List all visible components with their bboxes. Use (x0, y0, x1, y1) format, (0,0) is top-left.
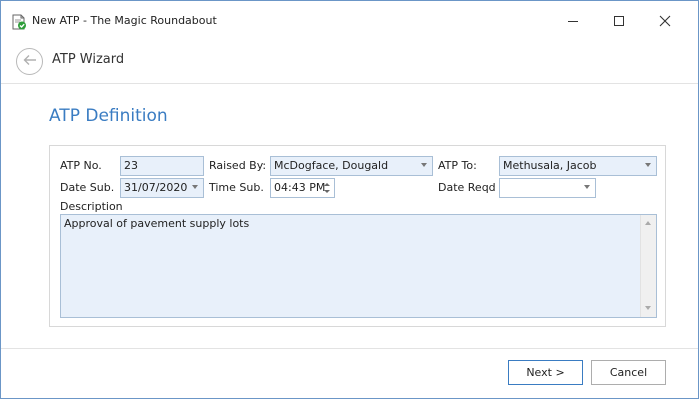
description-scrollbar[interactable] (640, 215, 656, 317)
time-sub-value: 04:43 PM (274, 181, 326, 194)
back-arrow-icon (23, 54, 37, 69)
description-label: Description (60, 200, 123, 213)
atp-no-label: ATP No. (60, 159, 102, 172)
footer-divider (1, 348, 698, 349)
maximize-icon (613, 15, 625, 30)
atp-window: New ATP - The Magic Roundabout ATP Wizar… (0, 0, 699, 399)
description-value: Approval of pavement supply lots (64, 217, 250, 230)
next-button[interactable]: Next > (508, 360, 583, 385)
spin-arrows-icon[interactable] (323, 181, 331, 195)
atp-to-label: ATP To: (438, 159, 477, 172)
wizard-header: ATP Wizard (1, 38, 698, 84)
date-reqd-picker[interactable] (499, 178, 596, 198)
date-sub-label: Date Sub. (60, 181, 115, 194)
page-title: ATP Definition (49, 106, 168, 126)
close-button[interactable] (642, 8, 688, 36)
chevron-down-icon (645, 163, 651, 167)
raised-by-label: Raised By: (209, 159, 267, 172)
chevron-down-icon (421, 163, 427, 167)
raised-by-value: McDogface, Dougald (274, 159, 389, 172)
title-bar: New ATP - The Magic Roundabout (1, 1, 698, 38)
window-title: New ATP - The Magic Roundabout (32, 14, 217, 27)
atp-to-value: Methusala, Jacob (503, 159, 597, 172)
wizard-title: ATP Wizard (52, 52, 125, 67)
scroll-up-icon[interactable] (645, 221, 651, 225)
minimize-button[interactable] (550, 8, 596, 36)
time-sub-label: Time Sub. (209, 181, 264, 194)
back-button[interactable] (16, 48, 43, 75)
chevron-down-icon (192, 185, 198, 189)
close-icon (659, 15, 671, 30)
description-textarea[interactable]: Approval of pavement supply lots (60, 214, 657, 318)
atp-to-dropdown[interactable]: Methusala, Jacob (499, 156, 657, 176)
minimize-icon (567, 15, 579, 30)
cancel-button[interactable]: Cancel (591, 360, 666, 385)
time-sub-spinner[interactable]: 04:43 PM (270, 178, 335, 198)
date-reqd-label: Date Reqd (438, 181, 496, 194)
raised-by-dropdown[interactable]: McDogface, Dougald (270, 156, 433, 176)
chevron-down-icon (584, 185, 590, 189)
document-check-icon (11, 14, 27, 30)
maximize-button[interactable] (596, 8, 642, 36)
scroll-down-icon[interactable] (645, 306, 651, 310)
atp-no-field[interactable]: 23 (120, 156, 204, 176)
date-sub-picker[interactable]: 31/07/2020 (120, 178, 204, 198)
atp-no-value: 23 (124, 159, 138, 172)
date-sub-value: 31/07/2020 (124, 181, 188, 194)
